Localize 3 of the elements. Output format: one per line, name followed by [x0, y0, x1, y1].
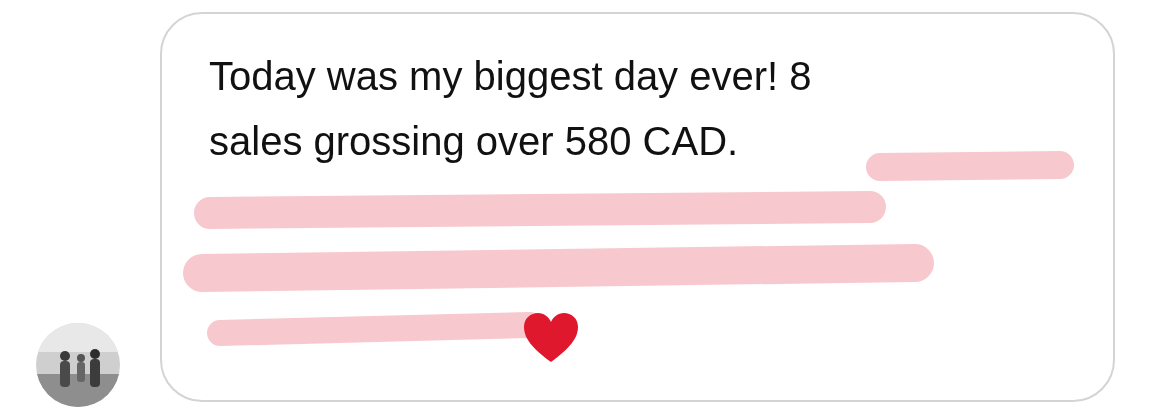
message-text: Today was my biggest day ever! 8 [209, 53, 813, 100]
heart-icon [522, 312, 580, 364]
message-text: sales grossing over 580 CAD. [209, 118, 740, 165]
